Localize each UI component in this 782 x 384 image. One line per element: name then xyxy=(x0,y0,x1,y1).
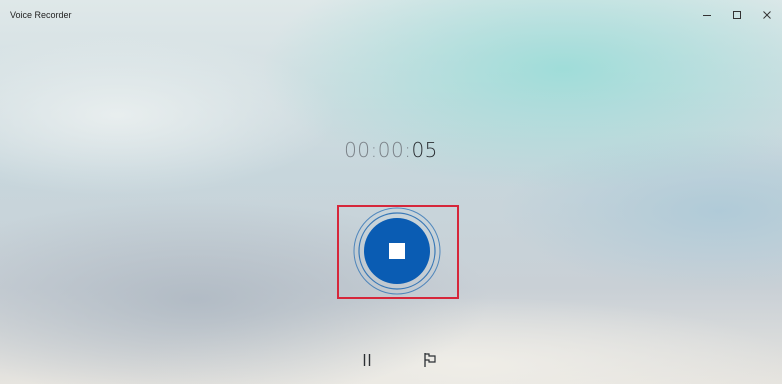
pause-button[interactable] xyxy=(355,348,379,372)
pause-icon xyxy=(363,354,371,366)
stop-recording-button[interactable] xyxy=(353,207,441,295)
minimize-button[interactable] xyxy=(692,0,722,30)
timer-hours-minutes: 00:00: xyxy=(344,138,412,162)
bottom-controls xyxy=(0,348,782,372)
voice-recorder-window: Voice Recorder 00:00:05 xyxy=(0,0,782,384)
add-marker-button[interactable] xyxy=(418,348,442,372)
maximize-icon xyxy=(733,11,741,19)
app-title: Voice Recorder xyxy=(10,10,72,20)
minimize-icon xyxy=(703,15,711,16)
maximize-button[interactable] xyxy=(722,0,752,30)
flag-icon xyxy=(424,353,436,367)
timer-seconds: 05 xyxy=(411,138,438,162)
window-controls xyxy=(692,0,782,30)
close-icon xyxy=(763,11,771,19)
stop-icon xyxy=(389,243,405,259)
recording-timer: 00:00:05 xyxy=(0,138,782,162)
close-button[interactable] xyxy=(752,0,782,30)
